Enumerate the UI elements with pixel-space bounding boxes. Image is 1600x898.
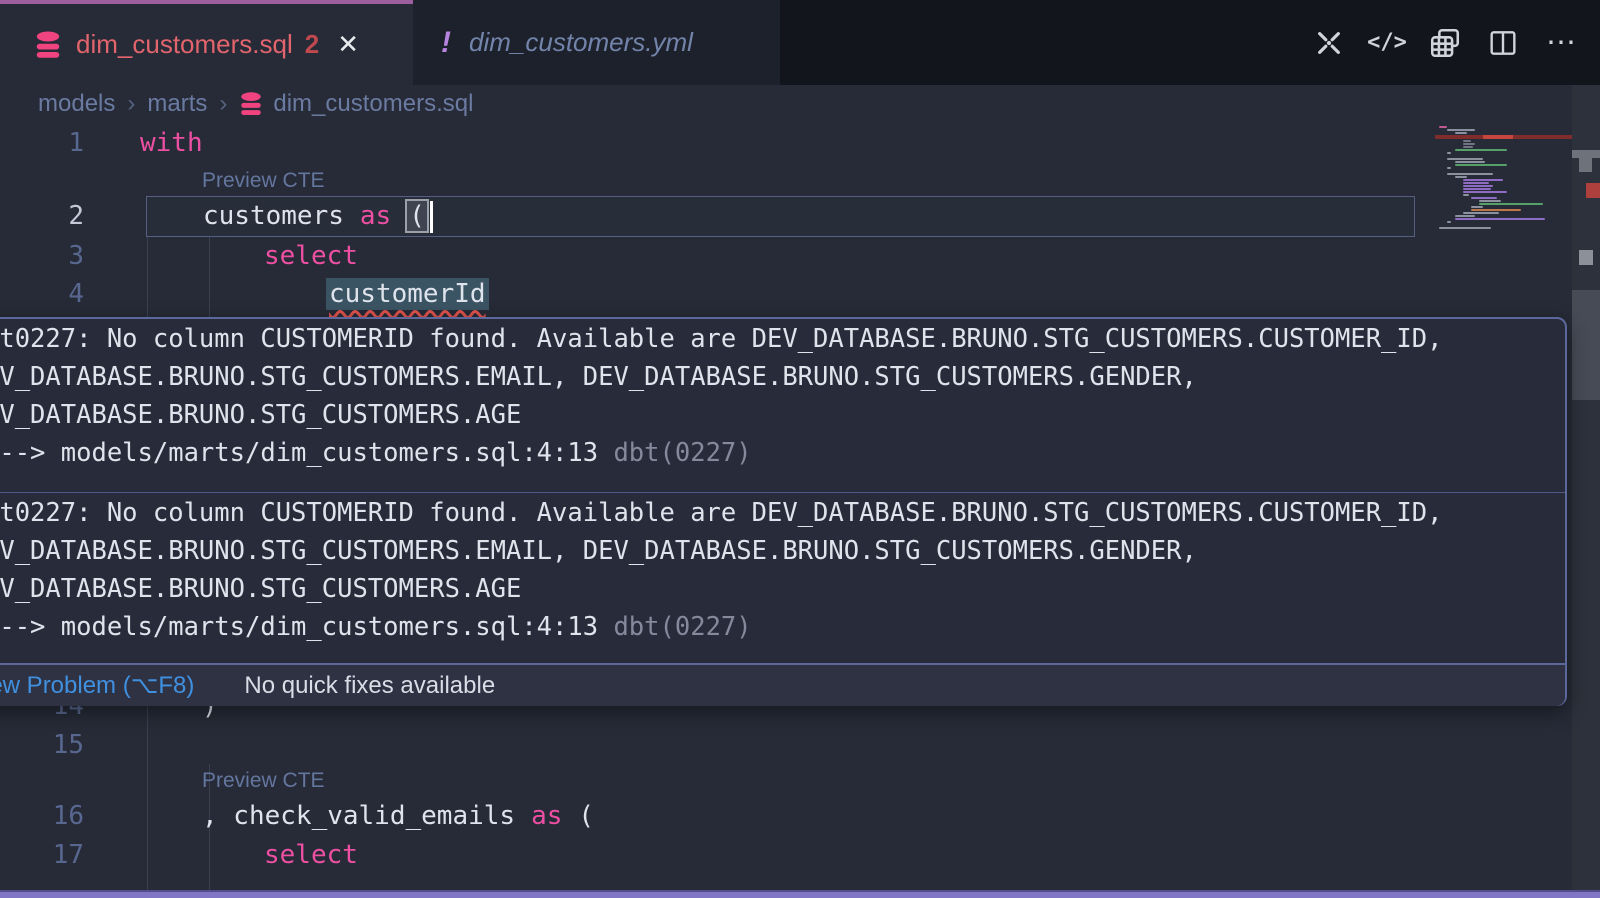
code-line-4[interactable]: 4 customerId	[0, 275, 1430, 313]
hover-status-bar: iew Problem (⌥F8) No quick fixes availab…	[0, 663, 1565, 706]
line-number: 17	[0, 836, 84, 874]
error-hover-panel: bt0227: No column CUSTOMERID found. Avai…	[0, 317, 1567, 706]
tab-title: dim_customers.sql	[76, 29, 293, 60]
keyword-select: select	[264, 840, 358, 870]
keyword-select: select	[264, 241, 358, 271]
chevron-right-icon: ›	[127, 90, 135, 118]
cte-name: customers	[203, 201, 344, 231]
quick-fix-status: No quick fixes available	[244, 672, 495, 700]
tab-badge: 2	[305, 29, 319, 60]
error-location: --> models/marts/dim_customers.sql:4:13 …	[0, 434, 1545, 472]
more-actions-icon[interactable]: ⋯	[1544, 26, 1578, 60]
code-line-15[interactable]: 15	[0, 726, 1430, 764]
line-number: 1	[0, 124, 84, 163]
code-lens-preview-cte[interactable]: Preview CTE	[202, 165, 325, 196]
code-line-17[interactable]: 17 select	[0, 836, 1430, 874]
error-indicator-icon: !	[441, 26, 451, 60]
vscode-window: dim_customers.sql 2 ✕ ! dim_customers.ym…	[0, 0, 1600, 898]
database-icon	[239, 91, 263, 117]
code-lens-row: Preview CTE	[0, 766, 1430, 796]
text-cursor	[430, 201, 433, 233]
error-text: EV_DATABASE.BRUNO.STG_CUSTOMERS.AGE	[0, 570, 1545, 608]
error-text: bt0227: No column CUSTOMERID found. Avai…	[0, 494, 1545, 532]
error-location: --> models/marts/dim_customers.sql:4:13 …	[0, 608, 1545, 646]
current-line-highlight[interactable]: customers as (	[146, 196, 1415, 237]
error-text: bt0227: No column CUSTOMERID found. Avai…	[0, 320, 1545, 358]
modified-marker	[1579, 158, 1592, 172]
preview-table-icon[interactable]	[1428, 26, 1462, 60]
breadcrumb-item-marts[interactable]: marts	[147, 90, 207, 118]
matched-bracket: (	[405, 199, 429, 233]
error-text: EV_DATABASE.BRUNO.STG_CUSTOMERS.EMAIL, D…	[0, 358, 1545, 396]
modified-marker	[1572, 150, 1600, 158]
diagnostic-message-2: bt0227: No column CUSTOMERID found. Avai…	[0, 494, 1545, 646]
close-tab-icon[interactable]: ✕	[337, 29, 359, 60]
error-text: EV_DATABASE.BRUNO.STG_CUSTOMERS.AGE	[0, 396, 1545, 434]
line-number: 3	[0, 237, 84, 275]
tab-title: dim_customers.yml	[469, 27, 693, 58]
code-lens-row: Preview CTE	[0, 165, 1430, 196]
keyword-with: with	[140, 128, 203, 158]
code-line-1[interactable]: 1 with	[0, 124, 1430, 163]
diagnostic-source: dbt(0227)	[613, 612, 751, 642]
diagnostic-message-1: bt0227: No column CUSTOMERID found. Avai…	[0, 320, 1545, 472]
code-lens-preview-cte[interactable]: Preview CTE	[202, 766, 325, 796]
split-editor-icon[interactable]	[1486, 26, 1520, 60]
tab-dim-customers-yml[interactable]: ! dim_customers.yml	[413, 0, 780, 85]
window-bottom-border	[0, 890, 1600, 898]
compile-code-icon[interactable]: </>	[1370, 26, 1404, 60]
database-icon	[34, 30, 62, 60]
scroll-thumb[interactable]	[1572, 290, 1600, 400]
open-paren: (	[578, 801, 594, 831]
breadcrumb-item-file[interactable]: dim_customers.sql	[239, 90, 473, 118]
editor-actions: </> ⋯	[1312, 0, 1578, 85]
view-problem-link[interactable]: iew Problem (⌥F8)	[0, 671, 194, 700]
code-line-16[interactable]: 16 , check_valid_emails as (	[0, 797, 1430, 836]
error-token-customerid[interactable]: customerId	[326, 278, 489, 310]
hover-body: bt0227: No column CUSTOMERID found. Avai…	[0, 319, 1565, 663]
scrollbar[interactable]	[1572, 85, 1600, 890]
error-text: EV_DATABASE.BRUNO.STG_CUSTOMERS.EMAIL, D…	[0, 532, 1545, 570]
line-number: 4	[0, 275, 84, 313]
chevron-right-icon: ›	[219, 90, 227, 118]
breadcrumb-item-models[interactable]: models	[38, 90, 115, 118]
line-number: 16	[0, 797, 84, 836]
code-line-3[interactable]: 3 select	[0, 237, 1430, 275]
cte-name-check-valid-emails: , check_valid_emails	[202, 801, 515, 831]
tab-bar: dim_customers.sql 2 ✕ ! dim_customers.ym…	[0, 0, 1600, 85]
error-marker	[1586, 183, 1600, 198]
line-number: 15	[0, 726, 84, 764]
tab-dim-customers-sql[interactable]: dim_customers.sql 2 ✕	[0, 0, 413, 85]
keyword-as: as	[360, 201, 391, 231]
breadcrumb: models › marts › dim_customers.sql	[38, 85, 473, 123]
keyword-as: as	[531, 801, 562, 831]
minimap[interactable]	[1435, 126, 1572, 230]
breadcrumb-file-label: dim_customers.sql	[273, 90, 473, 118]
dbt-icon[interactable]	[1312, 26, 1346, 60]
line-number-active: 2	[0, 196, 84, 237]
cursor-marker	[1579, 250, 1593, 265]
diagnostic-source: dbt(0227)	[613, 438, 751, 468]
